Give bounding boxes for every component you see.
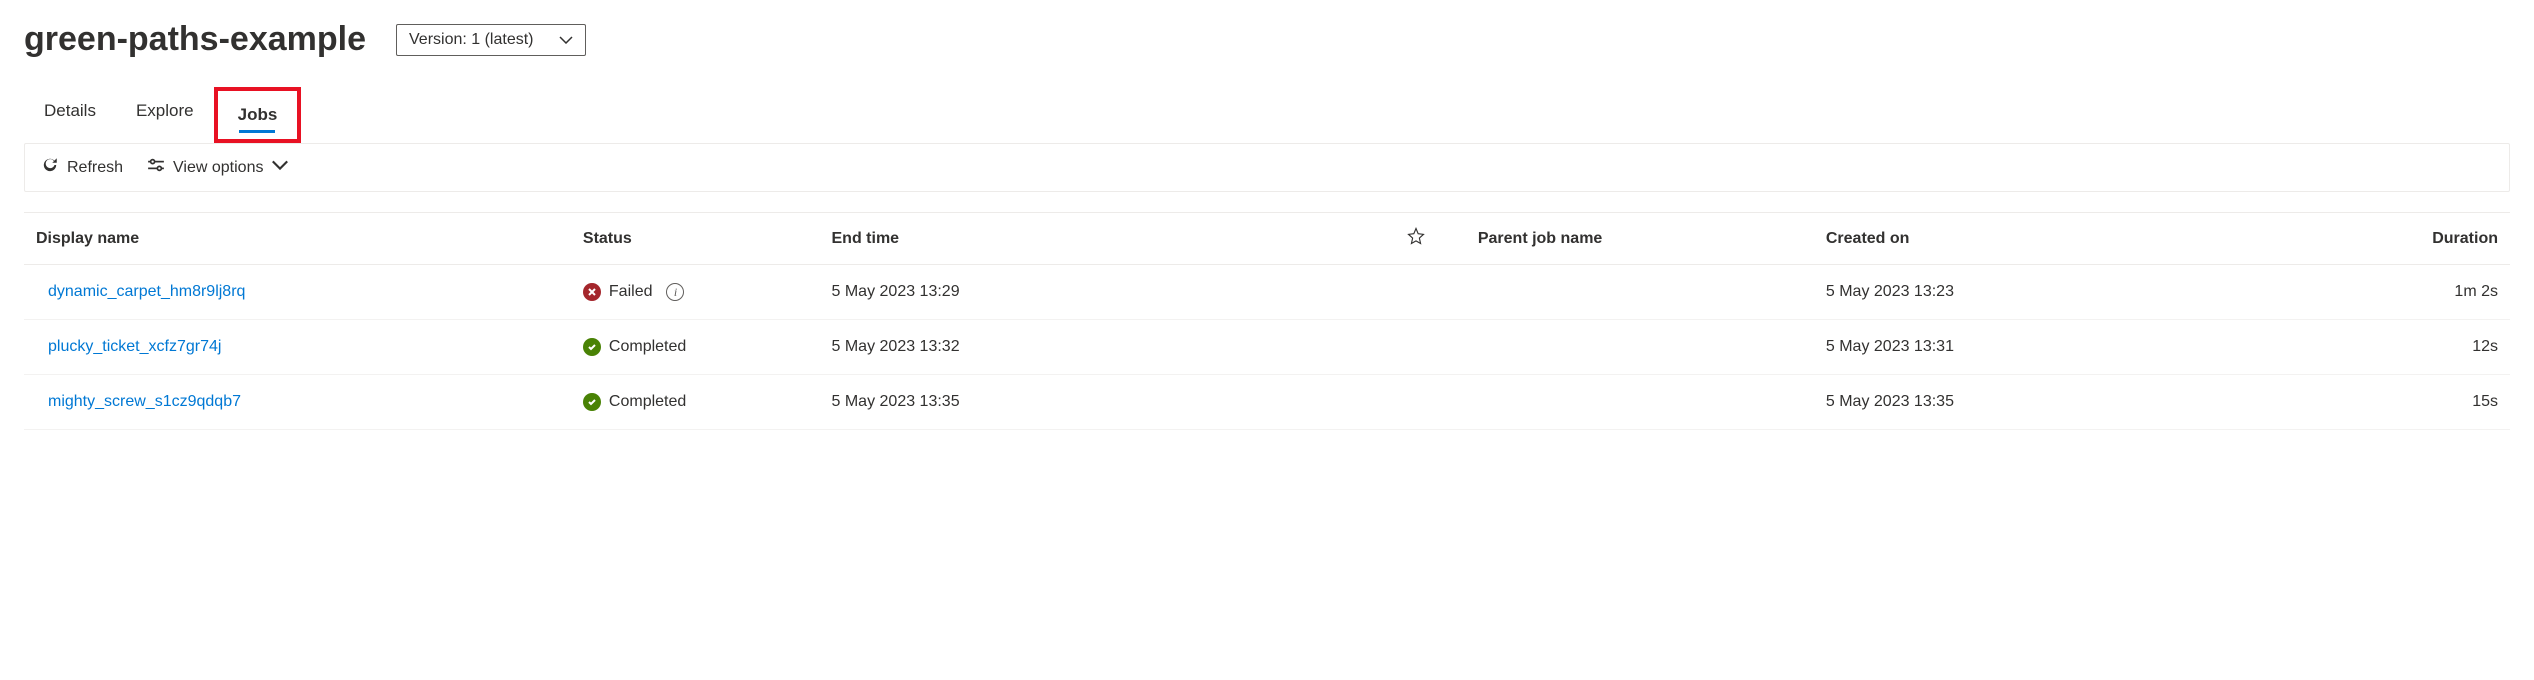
cell-end-time: 5 May 2023 13:32 bbox=[820, 320, 1367, 375]
cell-favorite[interactable] bbox=[1366, 375, 1465, 430]
cell-parent-job-name bbox=[1466, 320, 1814, 375]
success-icon bbox=[583, 393, 601, 411]
tab-label: Explore bbox=[136, 101, 194, 120]
error-icon bbox=[583, 283, 601, 301]
chevron-down-icon bbox=[271, 156, 289, 179]
cell-status: Failedi bbox=[571, 265, 820, 320]
tab-explore[interactable]: Explore bbox=[116, 87, 214, 143]
header-favorite[interactable] bbox=[1366, 213, 1465, 265]
cell-created-on: 5 May 2023 13:23 bbox=[1814, 265, 2361, 320]
chevron-down-icon bbox=[559, 31, 573, 49]
header-duration[interactable]: Duration bbox=[2361, 213, 2510, 265]
view-options-button[interactable]: View options bbox=[147, 156, 289, 179]
table-header-row: Display name Status End time Parent job … bbox=[24, 213, 2510, 265]
cell-display-name: plucky_ticket_xcfz7gr74j bbox=[24, 320, 571, 375]
cell-parent-job-name bbox=[1466, 265, 1814, 320]
success-icon bbox=[583, 338, 601, 356]
table-row: mighty_screw_s1cz9qdqb7 Completed 5 May 20… bbox=[24, 375, 2510, 430]
cell-created-on: 5 May 2023 13:31 bbox=[1814, 320, 2361, 375]
status-text: Completed bbox=[609, 393, 686, 411]
table-row: plucky_ticket_xcfz7gr74j Completed 5 May 2… bbox=[24, 320, 2510, 375]
job-link[interactable]: plucky_ticket_xcfz7gr74j bbox=[36, 338, 221, 355]
cell-favorite[interactable] bbox=[1366, 265, 1465, 320]
version-label: Version: 1 (latest) bbox=[409, 31, 534, 49]
page-title: green-paths-example bbox=[24, 20, 366, 59]
view-options-label: View options bbox=[173, 159, 263, 177]
cell-duration: 12s bbox=[2361, 320, 2510, 375]
tab-label: Jobs bbox=[238, 105, 278, 124]
refresh-icon bbox=[41, 156, 59, 179]
cell-status: Completed bbox=[571, 375, 820, 430]
cell-duration: 1m 2s bbox=[2361, 265, 2510, 320]
header-display-name[interactable]: Display name bbox=[24, 213, 571, 265]
sliders-icon bbox=[147, 156, 165, 179]
header-parent-job-name[interactable]: Parent job name bbox=[1466, 213, 1814, 265]
header-status[interactable]: Status bbox=[571, 213, 820, 265]
tabs: Details Explore Jobs bbox=[24, 87, 2510, 143]
table-row: dynamic_carpet_hm8r9lj8rqFailedi5 May 20… bbox=[24, 265, 2510, 320]
cell-favorite[interactable] bbox=[1366, 320, 1465, 375]
header-created-on[interactable]: Created on bbox=[1814, 213, 2361, 265]
job-link[interactable]: mighty_screw_s1cz9qdqb7 bbox=[36, 393, 241, 410]
star-icon bbox=[1407, 227, 1425, 245]
tab-jobs[interactable]: Jobs bbox=[214, 87, 302, 143]
status-text: Completed bbox=[609, 338, 686, 356]
cell-created-on: 5 May 2023 13:35 bbox=[1814, 375, 2361, 430]
refresh-label: Refresh bbox=[67, 159, 123, 177]
jobs-table-container: Display name Status End time Parent job … bbox=[24, 212, 2510, 430]
cell-parent-job-name bbox=[1466, 375, 1814, 430]
cell-end-time: 5 May 2023 13:29 bbox=[820, 265, 1367, 320]
cell-duration: 15s bbox=[2361, 375, 2510, 430]
refresh-button[interactable]: Refresh bbox=[41, 156, 123, 179]
status-text: Failed bbox=[609, 283, 653, 301]
cell-end-time: 5 May 2023 13:35 bbox=[820, 375, 1367, 430]
toolbar: Refresh View options bbox=[24, 143, 2510, 192]
info-icon[interactable]: i bbox=[666, 283, 684, 301]
cell-display-name: mighty_screw_s1cz9qdqb7 bbox=[24, 375, 571, 430]
tab-label: Details bbox=[44, 101, 96, 120]
tab-details[interactable]: Details bbox=[24, 87, 116, 143]
jobs-table: Display name Status End time Parent job … bbox=[24, 213, 2510, 430]
job-link[interactable]: dynamic_carpet_hm8r9lj8rq bbox=[36, 283, 245, 300]
cell-status: Completed bbox=[571, 320, 820, 375]
cell-display-name: dynamic_carpet_hm8r9lj8rq bbox=[24, 265, 571, 320]
page-header: green-paths-example Version: 1 (latest) bbox=[24, 20, 2510, 59]
header-end-time[interactable]: End time bbox=[820, 213, 1367, 265]
version-dropdown[interactable]: Version: 1 (latest) bbox=[396, 24, 586, 56]
